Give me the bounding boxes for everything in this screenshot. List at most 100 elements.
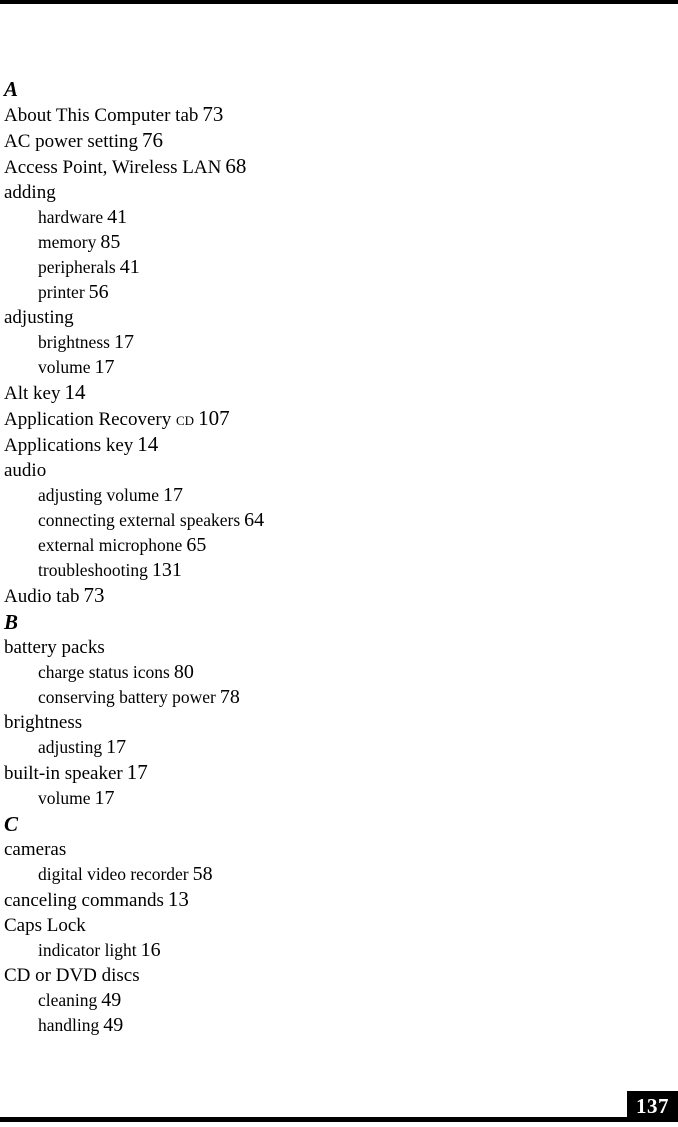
index-page-reference: 41 (119, 256, 140, 278)
index-page-reference: 17 (126, 760, 148, 784)
index-entry-label: About This Computer tab (4, 105, 199, 126)
index-entry-label: connecting external speakers (38, 510, 241, 530)
index-subentry: volume 17 (4, 786, 604, 811)
index-entry: adding (4, 180, 604, 205)
index-subentry: indicator light 16 (4, 938, 604, 963)
index-page-reference: 41 (107, 206, 128, 228)
index-entry-label: AC power setting (4, 131, 139, 152)
index-page-reference: 17 (94, 787, 115, 809)
index-entry-label: external microphone (38, 535, 183, 555)
index-entry-label: Applications key (4, 435, 134, 456)
index-page-reference: 76 (142, 128, 164, 152)
index-subentry: hardware 41 (4, 205, 604, 230)
index-entry-label: printer (38, 282, 85, 302)
index-entry-label: adjusting volume (38, 485, 160, 505)
index-entry-label: brightness (38, 332, 110, 352)
index-subentry: external microphone 65 (4, 533, 604, 558)
index-subentry: peripherals 41 (4, 255, 604, 280)
top-rule (0, 0, 678, 4)
index-page-reference: 13 (167, 887, 189, 911)
index-subentry: volume 17 (4, 355, 604, 380)
index-entry: About This Computer tab 73 (4, 102, 604, 128)
index-entry: Caps Lock (4, 913, 604, 938)
index-page-reference: 14 (137, 432, 159, 456)
index-entry: battery packs (4, 635, 604, 660)
index-page-reference: 49 (101, 989, 122, 1011)
index-page-reference: 16 (140, 939, 161, 961)
index-entry: Audio tab 73 (4, 583, 604, 609)
index-entry: adjusting (4, 305, 604, 330)
index-page-reference: 17 (94, 356, 115, 378)
index-subentry: memory 85 (4, 230, 604, 255)
page-number-folio: 137 (627, 1091, 678, 1122)
index-page-reference: 56 (88, 281, 109, 303)
index-entry: Application Recovery CD 107 (4, 406, 604, 432)
index-entry-label: digital video recorder (38, 864, 189, 884)
index-page-reference: 73 (202, 102, 224, 126)
index-subentry: charge status icons 80 (4, 660, 604, 685)
index-entry-label: cleaning (38, 990, 98, 1010)
index-entry-label: Audio tab (4, 586, 80, 607)
index-section-heading: C (4, 812, 19, 836)
index-entry: Access Point, Wireless LAN 68 (4, 154, 604, 180)
index-page-reference: 68 (225, 154, 247, 178)
index-page-reference: 80 (173, 661, 194, 683)
index-entry-smallcaps: CD (176, 409, 195, 430)
index-entry-label: adjusting (4, 307, 74, 328)
index-page: A About This Computer tab 73 AC power setti… (0, 0, 678, 1127)
index-entry-label: brightness (4, 712, 83, 733)
index-subentry: handling 49 (4, 1013, 604, 1038)
index-entry: brightness (4, 710, 604, 735)
index-section-heading: B (4, 610, 19, 634)
index-entry-label: conserving battery power (38, 687, 216, 707)
index-page-reference: 17 (163, 484, 184, 506)
index-page-reference: 85 (100, 231, 121, 253)
index-entry-label: canceling commands (4, 890, 164, 911)
index-subentry: conserving battery power 78 (4, 685, 604, 710)
index-entry: canceling commands 13 (4, 887, 604, 913)
index-entry-label: Alt key (4, 383, 61, 404)
index-entry-label: CD or DVD discs (4, 965, 140, 986)
index-subentry: printer 56 (4, 280, 604, 305)
index-entry: AC power setting 76 (4, 128, 604, 154)
index-page-reference: 64 (244, 509, 265, 531)
index-page-reference: 131 (151, 559, 182, 581)
index-entry-label: troubleshooting (38, 560, 148, 580)
index-entry-label: cameras (4, 839, 67, 860)
index-subentry: cleaning 49 (4, 988, 604, 1013)
index-entry-label: volume (38, 788, 91, 808)
index-page-reference: 49 (103, 1014, 124, 1036)
index-entry: audio (4, 458, 604, 483)
index-subentry: adjusting volume 17 (4, 483, 604, 508)
index-entry-label: handling (38, 1015, 100, 1035)
index-entry-label: built-in speaker (4, 763, 123, 784)
index-page-reference: 17 (113, 331, 134, 353)
index-page-reference: 65 (186, 534, 207, 556)
index-entry: cameras (4, 837, 604, 862)
index-entry-label: adding (4, 182, 56, 203)
index-entry: built-in speaker 17 (4, 760, 604, 786)
index-subentry: digital video recorder 58 (4, 862, 604, 887)
index-page-reference: 58 (192, 863, 213, 885)
index-entry-label: memory (38, 232, 97, 252)
index-entry-label: hardware (38, 207, 104, 227)
index-page-reference: 78 (219, 686, 240, 708)
index-entry-label: indicator light (38, 940, 137, 960)
footer-rule (0, 1117, 678, 1122)
index-section-heading: A (4, 77, 19, 101)
index-page-reference: 14 (64, 380, 86, 404)
index-subentry: connecting external speakers 64 (4, 508, 604, 533)
index-entry-label: adjusting (38, 737, 103, 757)
index-page-reference: 107 (198, 406, 230, 430)
index-subentry: adjusting 17 (4, 735, 604, 760)
index-entry: CD or DVD discs (4, 963, 604, 988)
index-entry-label: Application Recovery (4, 409, 177, 430)
index-subentry: troubleshooting 131 (4, 558, 604, 583)
index-subentry: brightness 17 (4, 330, 604, 355)
index-entry-label: Access Point, Wireless LAN (4, 157, 222, 178)
index-entry-label: audio (4, 460, 47, 481)
index-entry-list: A About This Computer tab 73 AC power setti… (4, 76, 604, 1038)
index-page-reference: 17 (106, 736, 127, 758)
index-entry-label: Caps Lock (4, 915, 86, 936)
index-entry: Applications key 14 (4, 432, 604, 458)
